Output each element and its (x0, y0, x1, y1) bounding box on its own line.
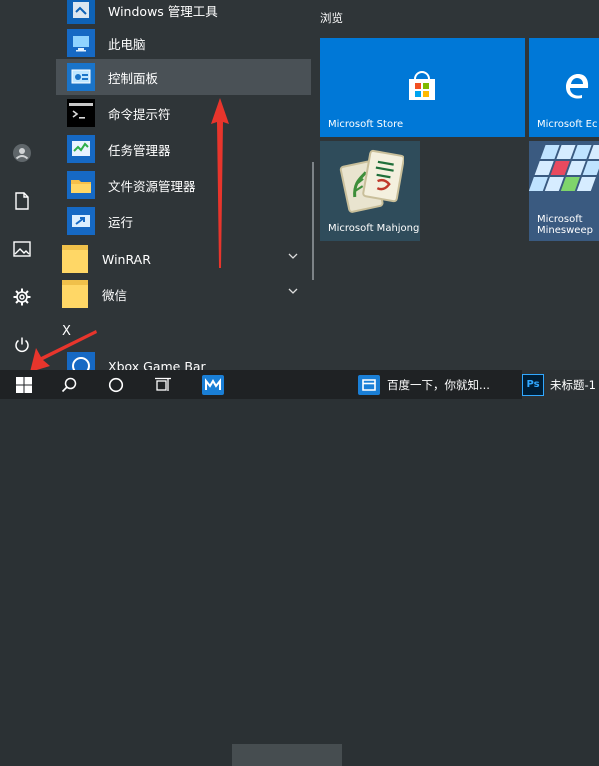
app-item-this-pc[interactable]: 此电脑 (56, 25, 311, 61)
tile-microsoft-store[interactable]: Microsoft Store (320, 38, 525, 137)
app-item-task-manager[interactable]: 任务管理器 (56, 131, 311, 167)
start-menu: Windows 管理工具 此电脑 控制面板 命令提示符 任务管理器 文件资源管理… (0, 0, 599, 372)
tile-microsoft-minesweeper[interactable]: Microsoft Minesweep (529, 141, 599, 241)
search-button[interactable] (54, 370, 84, 399)
maxthon-icon (202, 374, 224, 395)
document-icon (15, 192, 29, 210)
tile-microsoft-edge[interactable]: Microsoft Ec (529, 38, 599, 137)
task-view-button[interactable] (148, 370, 178, 399)
app-label: Windows 管理工具 (108, 3, 218, 19)
folder-label: 微信 (102, 287, 128, 303)
pictures-button[interactable] (7, 234, 37, 264)
app-list-scrollbar[interactable] (312, 162, 314, 280)
red-arrow-up-annotation (211, 98, 229, 268)
app-item-command-prompt[interactable]: 命令提示符 (56, 95, 311, 131)
taskbar-app-label: 未标题-1 (550, 377, 596, 392)
app-label: Xbox Game Bar (108, 358, 206, 371)
this-pc-icon (66, 28, 96, 58)
user-account-button[interactable] (7, 138, 37, 168)
store-icon (409, 71, 435, 100)
folder-label: WinRAR (102, 251, 151, 267)
app-label: 命令提示符 (108, 106, 171, 122)
pictures-icon (13, 241, 31, 257)
browser-icon (358, 374, 380, 395)
mahjong-icon (339, 149, 404, 213)
tile-label-line-1: Microsoft (537, 214, 583, 225)
app-item-run[interactable]: 运行 (56, 203, 311, 239)
folder-item-wechat[interactable]: 微信 (54, 276, 312, 312)
windows-logo-icon (16, 376, 32, 393)
start-button[interactable] (6, 370, 42, 399)
red-arrow-start-annotation (30, 330, 97, 372)
tile-microsoft-mahjong[interactable]: Microsoft Mahjong (320, 141, 420, 241)
app-label: 文件资源管理器 (108, 178, 196, 194)
app-label: 控制面板 (108, 70, 159, 86)
taskbar-app-photoshop[interactable]: Ps 未标题-1 (522, 370, 599, 399)
blurred-taskbar-region (232, 744, 342, 766)
app-list: Windows 管理工具 此电脑 控制面板 命令提示符 任务管理器 文件资源管理… (44, 0, 315, 370)
app-item-admin-tools[interactable]: Windows 管理工具 (56, 0, 311, 28)
app-item-file-explorer[interactable]: 文件资源管理器 (56, 167, 311, 203)
cortana-circle-icon (108, 377, 124, 392)
app-label: 运行 (108, 214, 134, 230)
documents-button[interactable] (7, 186, 37, 216)
taskbar-app-maxthon[interactable] (198, 370, 228, 399)
tile-label: Microsoft Ec (537, 119, 598, 130)
run-icon (66, 206, 96, 236)
command-prompt-icon (66, 98, 96, 128)
folder-icon (60, 279, 90, 309)
user-icon (13, 144, 31, 162)
tile-label: Microsoft Store (328, 119, 404, 130)
photoshop-icon: Ps (522, 373, 544, 396)
minesweeper-icon (529, 145, 599, 191)
tile-label: Microsoft Mahjong (328, 223, 420, 234)
chevron-down-icon (288, 253, 298, 259)
edge-icon (566, 74, 589, 99)
start-rail (0, 0, 44, 370)
gear-icon (13, 288, 31, 306)
folder-icon (60, 244, 90, 274)
file-explorer-icon (66, 170, 96, 200)
app-item-control-panel[interactable]: 控制面板 (56, 59, 311, 95)
settings-button[interactable] (7, 282, 37, 312)
admin-tools-icon (66, 0, 96, 25)
chevron-down-icon (288, 288, 298, 294)
task-manager-icon (66, 134, 96, 164)
taskbar-app-browser[interactable]: 百度一下，你就知... (358, 370, 516, 399)
tile-group-title: 浏览 (320, 11, 343, 25)
taskbar-app-label: 百度一下，你就知... (387, 377, 490, 392)
folder-item-winrar[interactable]: WinRAR (54, 241, 312, 277)
app-label: 此电脑 (108, 36, 146, 52)
search-icon (61, 377, 77, 392)
tile-label-line-2: Minesweep (537, 225, 593, 236)
cortana-button[interactable] (101, 370, 131, 399)
app-label: 任务管理器 (108, 142, 171, 158)
control-panel-icon (66, 62, 96, 92)
task-view-icon (155, 377, 171, 391)
tile-label: Microsoft Minesweep (537, 214, 593, 236)
taskbar: 百度一下，你就知... Ps 未标题-1 (0, 370, 599, 766)
